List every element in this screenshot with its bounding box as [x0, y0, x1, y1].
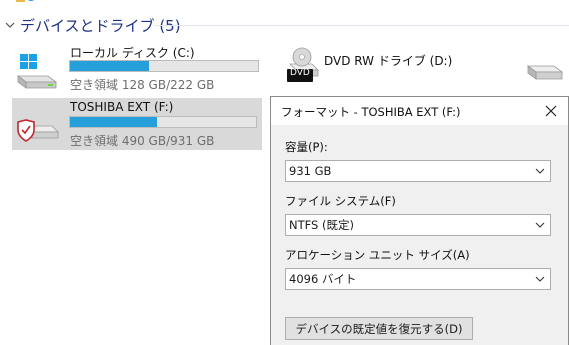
- filesystem-value: NTFS (既定): [289, 218, 354, 232]
- explorer-window: デバイスとドライブ (5) ローカル ディスク (C:) 空き領域 128 GB…: [0, 0, 569, 345]
- drive-item-f[interactable]: TOSHIBA EXT (F:) 空き領域 490 GB/931 GB: [12, 98, 262, 150]
- allocation-value: 4096 バイト: [289, 272, 357, 286]
- chevron-down-icon: [535, 222, 545, 228]
- folder-icon-partial: [16, 0, 34, 2]
- external-drive-shield-icon: [17, 119, 59, 142]
- drive-usage-fill: [70, 61, 149, 71]
- restore-defaults-button[interactable]: デバイスの既定値を復元する(D): [285, 317, 473, 340]
- allocation-select[interactable]: 4096 バイト: [285, 268, 551, 290]
- filesystem-label: ファイル システム(F): [285, 194, 396, 208]
- drive-name: ローカル ディスク (C:): [70, 46, 195, 60]
- drive-usage-fill: [70, 117, 158, 127]
- dvd-badge: DVD: [290, 68, 310, 78]
- drive-item-partial[interactable]: [524, 60, 569, 90]
- allocation-label: アロケーション ユニット サイズ(A): [285, 248, 470, 262]
- drive-space: 空き領域 128 GB/222 GB: [70, 78, 215, 92]
- group-divider: [154, 25, 569, 26]
- close-icon: [545, 105, 557, 117]
- drive-item-d[interactable]: DVD DVD RW ドライブ (D:): [286, 44, 456, 88]
- chevron-down-icon: [535, 276, 545, 282]
- drive-name: DVD RW ドライブ (D:): [324, 54, 453, 68]
- drive-usage-bar: [69, 116, 257, 128]
- drive-icon: [526, 65, 564, 80]
- dialog-title: フォーマット - TOSHIBA EXT (F:): [281, 105, 461, 119]
- drive-item-c[interactable]: ローカル ディスク (C:) 空き領域 128 GB/222 GB: [14, 42, 260, 92]
- capacity-select[interactable]: 931 GB: [285, 160, 551, 182]
- drive-space: 空き領域 490 GB/931 GB: [70, 134, 215, 148]
- format-dialog: フォーマット - TOSHIBA EXT (F:) 容量(P): 931 GB …: [270, 96, 569, 345]
- chevron-down-icon: [5, 22, 15, 28]
- chevron-down-icon: [535, 168, 545, 174]
- capacity-label: 容量(P):: [285, 140, 328, 154]
- dialog-titlebar: フォーマット - TOSHIBA EXT (F:): [271, 97, 568, 125]
- dvd-drive-icon: [287, 47, 319, 82]
- filesystem-select[interactable]: NTFS (既定): [285, 214, 551, 236]
- close-button[interactable]: [538, 99, 564, 123]
- drive-usage-bar: [69, 60, 259, 72]
- capacity-value: 931 GB: [289, 164, 332, 178]
- windows-drive-icon: [16, 54, 58, 89]
- drive-name: TOSHIBA EXT (F:): [70, 100, 174, 114]
